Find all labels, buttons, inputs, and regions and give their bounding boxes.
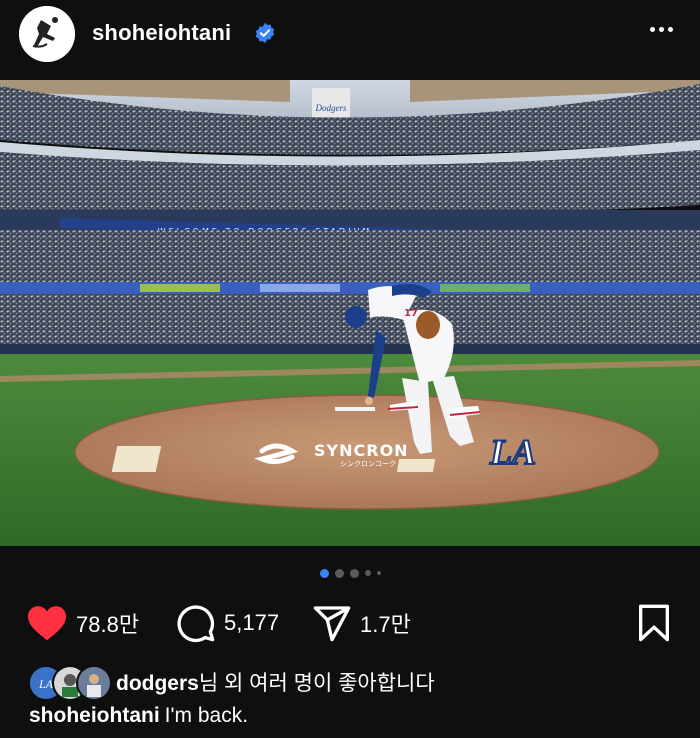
carousel-indicator	[0, 566, 700, 580]
username[interactable]: shoheiohtani	[92, 20, 231, 46]
action-bar: 78.8만 5,177 1.7만	[0, 598, 700, 648]
verified-badge-icon	[255, 22, 275, 44]
liked-by[interactable]: LA dodgers님 외 여러 명이 좋아합니다	[28, 664, 435, 701]
post-header: shoheiohtani	[0, 0, 700, 80]
profile-avatar[interactable]	[19, 6, 75, 62]
like-count: 78.8만	[76, 612, 140, 637]
post-photo[interactable]: Dodgers WELCOME TO DODGERS STADIUM SYNCR…	[0, 80, 700, 546]
mound-brand: SYNCRON	[314, 441, 409, 460]
carousel-dot	[364, 570, 371, 576]
mound-brand-sub: シンクロンコーク	[340, 460, 396, 468]
liked-by-text: dodgers님 외 여러 명이 좋아합니다	[116, 667, 435, 697]
player-number: 17	[404, 308, 418, 319]
heart-icon	[28, 606, 66, 641]
like-button[interactable]: 78.8만	[26, 598, 139, 648]
liked-by-username[interactable]: dodgers	[116, 672, 199, 695]
stadium-sign: Dodgers	[315, 103, 347, 113]
stadium-photo: Dodgers WELCOME TO DODGERS STADIUM SYNCR…	[0, 80, 700, 546]
bookmark-icon[interactable]	[634, 603, 674, 643]
share-icon	[313, 606, 351, 642]
carousel-dot-active	[319, 568, 329, 578]
avatar	[76, 665, 112, 701]
carousel-dot	[334, 568, 344, 578]
team-logo: LA	[489, 432, 536, 472]
caption-username[interactable]: shoheiohtani	[29, 704, 160, 727]
comment-count: 5,177	[224, 610, 280, 635]
liker-avatars: LA	[28, 665, 112, 701]
post-caption: shoheiohtani I'm back.	[29, 704, 248, 728]
carousel-dot	[376, 571, 381, 575]
comment-icon	[177, 605, 215, 643]
comment-button[interactable]: 5,177	[176, 598, 279, 648]
share-button[interactable]: 1.7만	[312, 598, 411, 648]
liked-by-suffix: 님 외 여러 명이 좋아합니다	[198, 672, 435, 695]
carousel-dot	[349, 568, 359, 578]
share-count: 1.7만	[360, 612, 411, 637]
baseball-player-avatar-icon	[19, 6, 75, 62]
caption-text: I'm back.	[164, 704, 249, 727]
more-options-icon[interactable]	[644, 19, 678, 39]
